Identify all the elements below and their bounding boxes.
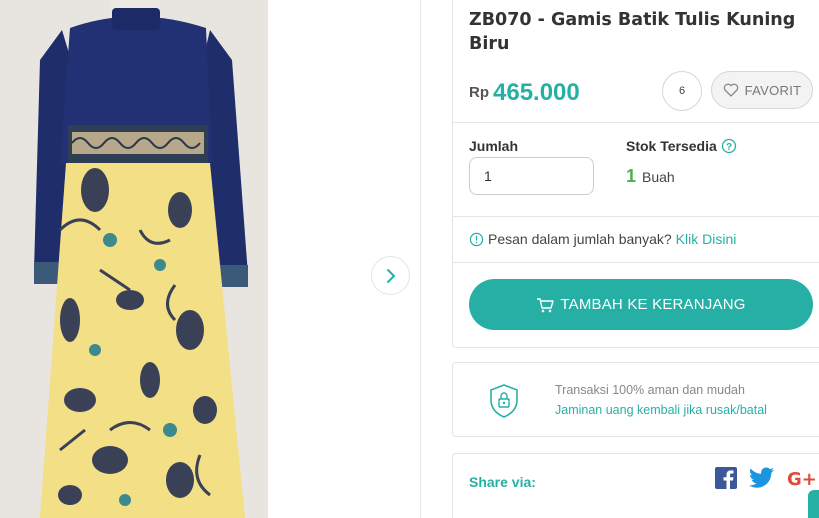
divider	[453, 216, 819, 217]
product-price: 465.000	[493, 79, 580, 106]
add-to-cart-button[interactable]: TAMBAH KE KERANJANG	[469, 279, 813, 330]
cart-icon	[537, 297, 555, 312]
favorite-button[interactable]: FAVORIT	[711, 71, 813, 109]
share-label: Share via:	[469, 474, 536, 490]
info-icon	[469, 232, 484, 246]
divider	[453, 122, 819, 123]
divider	[453, 262, 819, 263]
dress-illustration	[0, 0, 268, 518]
google-plus-icon[interactable]: G+	[787, 469, 817, 490]
quantity-label: Jumlah	[469, 138, 519, 154]
stock-label-row: Stok Tersedia ?	[626, 138, 737, 154]
bulk-order-link[interactable]: Klik Disini	[676, 231, 737, 247]
add-to-cart-label: TAMBAH KE KERANJANG	[560, 296, 746, 313]
stock-unit: Buah	[642, 169, 675, 185]
shield-lock-icon	[490, 384, 518, 418]
svg-text:?: ?	[726, 142, 732, 153]
stock-count: 1	[626, 166, 637, 186]
price-currency: Rp	[469, 84, 489, 101]
trust-text: Transaksi 100% aman dan mudah	[555, 383, 745, 397]
stock-label: Stok Tersedia	[626, 138, 717, 154]
chat-tab[interactable]	[808, 490, 819, 518]
bulk-order-text: Pesan dalam jumlah banyak?	[488, 231, 672, 247]
bulk-order-row: Pesan dalam jumlah banyak? Klik Disini	[469, 231, 736, 247]
quantity-input[interactable]	[469, 157, 594, 195]
trust-guarantee-link[interactable]: Jaminan uang kembali jika rusak/batal	[555, 403, 767, 417]
heart-icon	[723, 83, 738, 97]
gallery-divider	[420, 0, 421, 518]
question-icon[interactable]: ?	[721, 138, 737, 154]
favorite-label: FAVORIT	[744, 82, 802, 98]
product-title: ZB070 - Gamis Batik Tulis Kuning Biru	[469, 10, 796, 54]
chevron-right-icon	[386, 268, 395, 283]
carousel-next-button[interactable]	[371, 256, 410, 295]
product-image[interactable]	[0, 0, 268, 518]
twitter-icon[interactable]	[749, 467, 775, 489]
favorite-count: 6	[662, 71, 702, 111]
facebook-icon[interactable]	[715, 467, 737, 489]
